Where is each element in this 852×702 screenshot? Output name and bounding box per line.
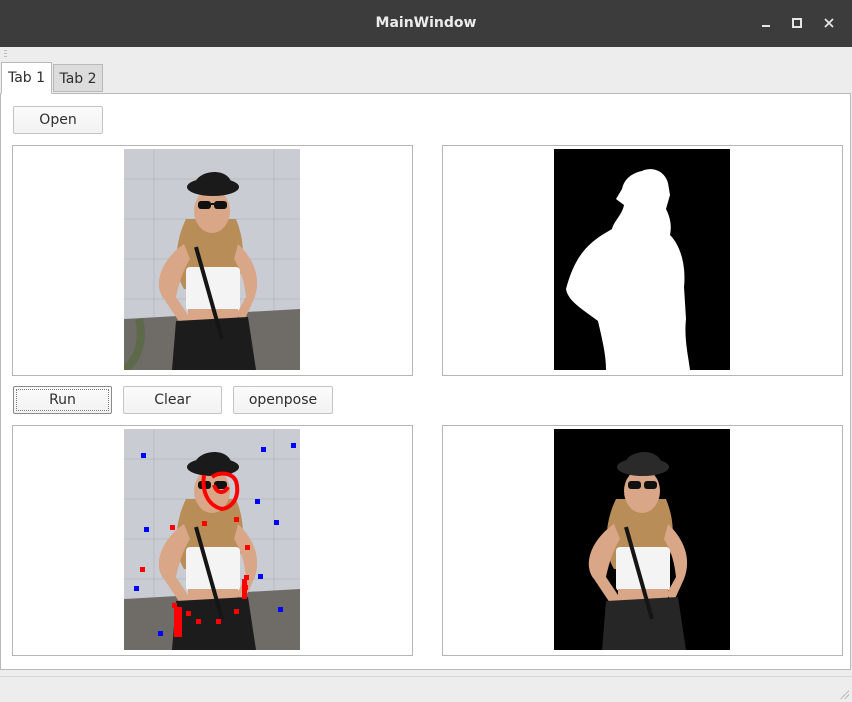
toolbar-grip[interactable]: [4, 50, 7, 58]
minimize-icon: [762, 25, 770, 27]
maximize-button[interactable]: [786, 12, 808, 34]
resize-grip-icon[interactable]: [839, 689, 849, 699]
minimize-button[interactable]: [755, 12, 777, 34]
mask-photo: [554, 149, 730, 370]
window-title: MainWindow: [375, 15, 477, 31]
pose-photo: [124, 429, 300, 650]
tab-1-panel: Open Run Clear openpose: [0, 93, 851, 670]
status-bar: [0, 676, 852, 702]
window-titlebar: MainWindow: [0, 0, 852, 47]
tab-2[interactable]: Tab 2: [53, 64, 103, 92]
cutout-image-view: [442, 425, 843, 656]
run-button[interactable]: Run: [13, 386, 112, 414]
original-image-view: [12, 145, 413, 376]
close-icon: [824, 18, 834, 28]
pose-image-view: [12, 425, 413, 656]
mask-image-view: [442, 145, 843, 376]
maximize-icon: [792, 18, 802, 28]
clear-button[interactable]: Clear: [123, 386, 222, 414]
original-photo: [124, 149, 300, 370]
cutout-photo: [554, 429, 730, 650]
close-button[interactable]: [818, 12, 840, 34]
openpose-button[interactable]: openpose: [233, 386, 333, 414]
open-button[interactable]: Open: [13, 106, 103, 134]
tab-1[interactable]: Tab 1: [1, 62, 52, 94]
tab-bar: Tab 1 Tab 2: [0, 62, 852, 94]
